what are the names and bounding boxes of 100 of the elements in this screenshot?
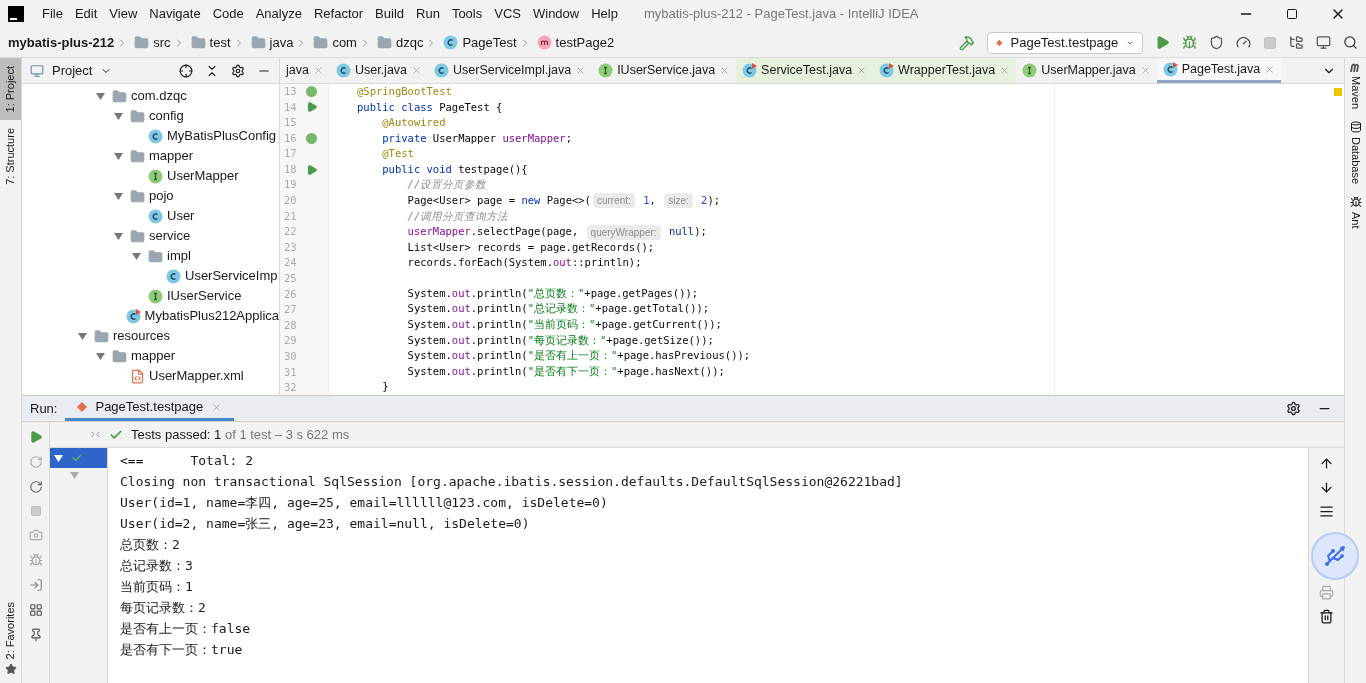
interface-icon xyxy=(1022,63,1038,78)
tool-window-tab[interactable]: Ant xyxy=(1347,196,1364,229)
terminal-icon[interactable] xyxy=(1316,35,1331,50)
line-number: 23 xyxy=(284,239,298,255)
tree-item[interactable]: MybatisPlus212Applica xyxy=(114,306,279,326)
run-configuration-dropdown[interactable]: PageTest.testpage xyxy=(987,31,1143,54)
menu-item[interactable]: View xyxy=(103,4,144,24)
expand-arrow-icon[interactable] xyxy=(114,192,123,200)
ant-icon xyxy=(1349,196,1362,209)
menu-item[interactable]: Build xyxy=(369,4,410,24)
expand-arrow-icon[interactable] xyxy=(78,332,87,340)
settings-icon[interactable] xyxy=(231,63,245,78)
tree-item[interactable]: impl xyxy=(132,246,279,266)
menu-item[interactable]: Run xyxy=(410,4,446,24)
tree-item[interactable]: UserMapper.xml xyxy=(114,366,279,386)
pin-icon[interactable] xyxy=(28,628,43,642)
import-icon[interactable] xyxy=(28,578,43,592)
tool-window-tab[interactable]: Maven xyxy=(1347,62,1364,110)
tree-item[interactable]: IUserService xyxy=(132,286,279,306)
code-line: List<User> records = page.getRecords(); xyxy=(406,239,656,255)
breadcrumb-item[interactable]: dzqc xyxy=(395,32,424,53)
expand-arrow-icon[interactable] xyxy=(96,92,105,100)
project-structure-icon[interactable] xyxy=(1289,35,1304,50)
tree-item[interactable]: UserServiceImp xyxy=(150,266,279,286)
menu-item[interactable]: File xyxy=(36,4,69,24)
down-arrow-icon[interactable] xyxy=(1319,480,1334,495)
line-number: 27 xyxy=(284,302,298,318)
breadcrumb-item[interactable]: testPage2 xyxy=(555,32,615,53)
tree-item[interactable]: resources xyxy=(78,326,279,346)
tree-item[interactable]: pojo xyxy=(114,186,279,206)
editor-tab[interactable]: UserMapper.java xyxy=(1016,58,1157,83)
breadcrumb-item[interactable]: PageTest xyxy=(462,32,517,53)
breadcrumb-item[interactable]: mybatis-plus-212 xyxy=(8,32,115,53)
tree-item[interactable]: UserMapper xyxy=(132,166,279,186)
tree-item[interactable]: MyBatisPlusConfig xyxy=(132,126,279,146)
code-line: public void testpage(){ xyxy=(381,161,529,177)
build-icon[interactable] xyxy=(959,34,975,51)
line-number: 13 xyxy=(284,83,298,99)
rerun-icon[interactable] xyxy=(28,430,43,444)
breadcrumb-item[interactable]: java xyxy=(269,32,294,53)
menu-item[interactable]: Refactor xyxy=(307,4,370,24)
floating-usb-button[interactable] xyxy=(1311,532,1359,580)
search-icon[interactable] xyxy=(1343,35,1358,50)
menu-item[interactable]: Help xyxy=(585,4,624,24)
expand-arrow-icon[interactable] xyxy=(114,112,123,120)
settings-icon[interactable] xyxy=(1286,401,1301,416)
tool-window-tab[interactable]: Database xyxy=(1347,121,1364,185)
soft-wrap-icon[interactable] xyxy=(1319,504,1334,519)
tree-item[interactable]: User xyxy=(132,206,279,226)
locate-icon[interactable] xyxy=(179,63,193,78)
expand-arrow-icon[interactable] xyxy=(54,454,63,462)
project-panel-title[interactable]: Project xyxy=(52,60,93,81)
expand-arrow-icon[interactable] xyxy=(114,232,123,240)
expand-arrow-icon[interactable] xyxy=(96,352,105,360)
breadcrumb-item[interactable]: com xyxy=(332,32,357,53)
menu-item[interactable]: Tools xyxy=(445,4,489,24)
menu-item[interactable]: Navigate xyxy=(143,4,207,24)
editor-tab[interactable]: UserServiceImpl.java xyxy=(428,58,593,83)
breadcrumb-item[interactable]: src xyxy=(153,32,171,53)
tool-window-tab[interactable]: 7: Structure xyxy=(0,120,21,194)
layout-icon[interactable] xyxy=(28,603,43,617)
profile-icon[interactable] xyxy=(1236,35,1251,50)
test-tree-row[interactable] xyxy=(50,448,107,468)
tool-window-tab[interactable]: 1: Project xyxy=(0,58,21,121)
run-gutter-icon[interactable] xyxy=(306,163,318,176)
menu-item[interactable]: Analyze xyxy=(249,4,308,24)
expand-arrow-icon[interactable] xyxy=(132,252,141,260)
tree-item[interactable]: service xyxy=(114,226,279,246)
editor-tab[interactable]: IUserService.java xyxy=(592,58,737,83)
breadcrumb-item[interactable]: test xyxy=(209,32,231,53)
tree-item[interactable]: mapper xyxy=(114,146,279,166)
code-line: System.out.println("总记录数："+page.getTotal()); xyxy=(406,301,711,317)
run-gutter-icon[interactable] xyxy=(306,101,318,114)
run-icon[interactable] xyxy=(1155,35,1170,50)
maximize-icon[interactable] xyxy=(1286,8,1298,20)
star-icon xyxy=(4,663,17,675)
code-line: System.out.println("是否有上一页："+page.hasPrevious()); xyxy=(406,348,752,364)
editor-tab[interactable]: java xyxy=(280,58,330,83)
collapse-all-icon[interactable] xyxy=(205,63,219,78)
line-number: 16 xyxy=(284,130,298,146)
coverage-icon[interactable] xyxy=(1209,35,1224,50)
tree-item[interactable]: mapper xyxy=(96,346,279,366)
folder-icon xyxy=(112,88,127,104)
editor-tab[interactable]: User.java xyxy=(329,58,429,83)
editor-tab[interactable]: WrapperTest.java xyxy=(873,58,1017,83)
trash-icon[interactable] xyxy=(1319,609,1334,624)
editor-tab[interactable]: PageTest.java xyxy=(1156,58,1282,83)
menu-item[interactable]: Edit xyxy=(68,4,104,24)
menu-item[interactable]: Window xyxy=(526,4,586,24)
menu-item[interactable]: VCS xyxy=(488,4,527,24)
interface-icon xyxy=(148,168,163,184)
expand-arrow-icon[interactable] xyxy=(114,152,123,160)
class-icon xyxy=(166,268,181,284)
tree-item[interactable]: config xyxy=(114,106,279,126)
run-tab[interactable]: PageTest.testpage xyxy=(65,396,235,421)
menu-item[interactable]: Code xyxy=(206,4,250,24)
editor-tab[interactable]: ServiceTest.java xyxy=(736,58,874,83)
debug-icon[interactable] xyxy=(1182,35,1197,50)
tree-item[interactable]: com.dzqc xyxy=(96,86,279,106)
favorites-tab[interactable]: 2: Favorites xyxy=(2,601,19,659)
